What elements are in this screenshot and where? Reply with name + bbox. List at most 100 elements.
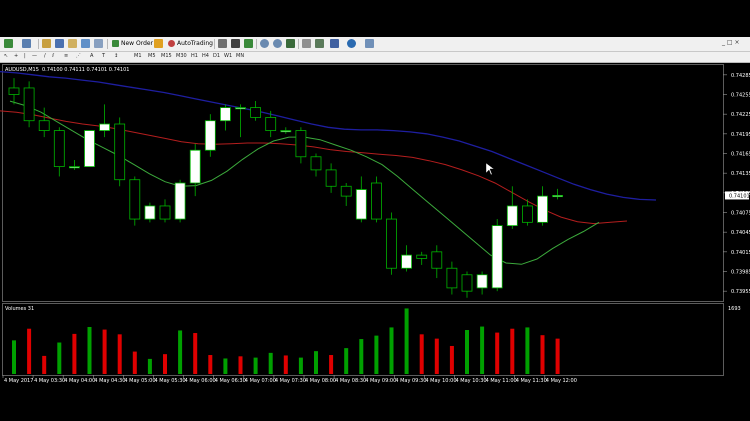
tf-m30[interactable]: M30	[176, 53, 187, 59]
volume-bar	[193, 333, 198, 374]
candle-body	[522, 205, 533, 223]
volume-label: Volumes 31	[5, 306, 34, 312]
candle-body	[431, 251, 443, 269]
time-tick-label: 4 May 05:30	[155, 378, 186, 384]
candle-body	[219, 107, 231, 122]
new-chart-icon[interactable]	[4, 39, 13, 48]
cursor-icon[interactable]: ↖	[4, 53, 8, 59]
data-window-icon[interactable]	[55, 39, 64, 48]
candle-body	[250, 107, 262, 118]
vertical-line-icon[interactable]: |	[24, 53, 26, 59]
volume-bar	[238, 356, 243, 374]
candle-body	[204, 120, 216, 151]
tf-d1[interactable]: D1	[213, 53, 220, 59]
terminal-icon[interactable]	[81, 39, 90, 48]
autotrading-button[interactable]: AutoTrading	[166, 39, 213, 49]
indicators-icon[interactable]	[330, 39, 339, 48]
metaeditor-icon[interactable]	[154, 39, 163, 48]
time-tick-label: 4 May 07:30	[275, 378, 306, 384]
volume-bar	[449, 345, 454, 374]
fan-icon[interactable]: ⋰	[76, 53, 81, 59]
bar-chart-icon[interactable]	[218, 39, 227, 48]
volume-bar	[117, 334, 122, 374]
volume-bar	[404, 308, 409, 374]
chart-window[interactable]: 0.74285 0.74255 0.74225 0.74195 0.74165 0.741…	[0, 63, 750, 385]
channel-icon[interactable]: ⫽	[52, 53, 54, 59]
candle-body	[84, 130, 95, 168]
tf-mn[interactable]: MN	[236, 53, 244, 59]
volume-bar	[374, 335, 379, 374]
candle-body	[280, 130, 292, 133]
templates-icon[interactable]	[365, 39, 374, 48]
candle-body	[99, 123, 110, 131]
new-order-label: New Order	[121, 40, 154, 47]
trendline-icon[interactable]: /	[44, 53, 46, 59]
time-tick-label: 4 May 08:00	[305, 378, 336, 384]
time-tick-label: 4 May 09:00	[365, 378, 396, 384]
time-tick-label: 4 May 07:00	[245, 378, 276, 384]
volume-bar	[87, 326, 92, 374]
autoscroll-icon[interactable]	[315, 39, 324, 48]
periods-icon[interactable]	[347, 39, 356, 48]
strategy-tester-icon[interactable]	[94, 39, 103, 48]
volume-bar	[268, 352, 273, 374]
candle-body	[38, 120, 50, 131]
candle-body	[144, 205, 156, 220]
volume-bar	[178, 330, 183, 374]
candle-body	[295, 130, 307, 158]
candle-body	[325, 169, 337, 187]
horizontal-line-icon[interactable]: —	[32, 53, 37, 59]
zoom-in-icon[interactable]	[260, 39, 269, 48]
volume-bar	[57, 342, 62, 374]
market-watch-icon[interactable]	[42, 39, 51, 48]
new-order-button[interactable]: New Order	[110, 39, 154, 49]
candle-body	[114, 123, 126, 181]
price-tick-label: 0.74255	[731, 93, 750, 99]
candle	[386, 212, 397, 275]
candle-body	[340, 185, 352, 197]
current-price-label: 0.74101	[729, 193, 750, 199]
tf-m5[interactable]: M5	[148, 53, 156, 59]
toolbar-separator	[38, 39, 39, 49]
candle-body	[265, 117, 277, 131]
text-icon[interactable]: A	[90, 53, 93, 59]
window-controls[interactable]: _ □ ×	[722, 39, 740, 46]
price-tick-label: 0.73955	[731, 289, 750, 295]
price-tick-label: 0.74225	[731, 112, 750, 118]
volume-bar	[132, 351, 137, 374]
tf-h1[interactable]: H1	[191, 53, 198, 59]
volume-bar	[283, 355, 288, 374]
arrows-icon[interactable]: ↕	[114, 53, 118, 59]
candle	[129, 176, 141, 226]
line-chart-icon[interactable]	[244, 39, 253, 48]
time-tick-label: 4 May 05:00	[124, 378, 155, 384]
label-icon[interactable]: T	[102, 53, 105, 59]
volume-bar	[419, 334, 424, 374]
price-tick-label: 0.73985	[731, 270, 750, 276]
profiles-icon[interactable]	[22, 39, 31, 48]
tile-windows-icon[interactable]	[286, 39, 295, 48]
main-toolbar: New Order AutoTrading _ □ ×	[0, 37, 750, 52]
candle	[370, 176, 382, 223]
tf-m15[interactable]: M15	[161, 53, 172, 59]
volume-bar	[434, 338, 439, 374]
price-tick-label: 0.74285	[731, 73, 750, 79]
fibonacci-icon[interactable]: ≡	[64, 53, 68, 59]
volume-bar	[555, 338, 560, 374]
candle	[114, 117, 126, 187]
candle-body	[23, 87, 35, 122]
candle	[204, 114, 216, 157]
zoom-out-icon[interactable]	[273, 39, 282, 48]
volume-bar	[480, 326, 485, 374]
tf-m1[interactable]: M1	[134, 53, 142, 59]
time-tick-label: 4 May 04:30	[94, 378, 125, 384]
price-tick-label: 0.74075	[731, 211, 750, 217]
tf-w1[interactable]: W1	[224, 53, 232, 59]
navigator-icon[interactable]	[68, 39, 77, 48]
crosshair-icon[interactable]: +	[14, 53, 18, 59]
chart-shift-icon[interactable]	[302, 39, 311, 48]
candlestick-icon[interactable]	[231, 39, 240, 48]
time-tick-label: 4 May 04:00	[64, 378, 95, 384]
tf-h4[interactable]: H4	[202, 53, 209, 59]
volume-bar	[540, 335, 545, 374]
